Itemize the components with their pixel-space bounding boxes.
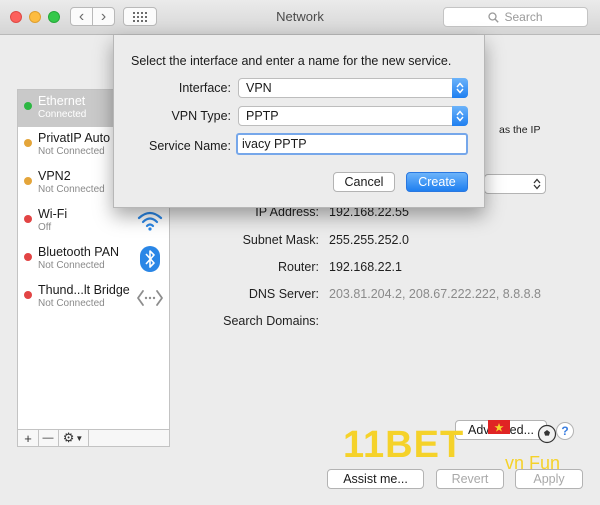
service-status: Not Connected xyxy=(38,184,105,195)
updown-arrows-icon xyxy=(533,178,541,190)
vpn-type-value: PPTP xyxy=(246,109,279,123)
interface-popup[interactable]: VPN xyxy=(238,78,468,98)
gear-icon: ⚙ xyxy=(62,430,75,445)
status-description-fragment: as the IP xyxy=(499,124,541,136)
search-domains-label: Search Domains: xyxy=(223,314,319,328)
status-dot xyxy=(24,139,32,147)
configure-ipv4-popup[interactable] xyxy=(484,174,546,194)
add-service-button[interactable]: + xyxy=(18,430,39,446)
search-field[interactable]: Search xyxy=(443,7,588,27)
service-status: Off xyxy=(38,222,52,233)
help-button[interactable]: ? xyxy=(556,422,574,440)
cancel-button[interactable]: Cancel xyxy=(333,172,395,192)
router-label: Router: xyxy=(278,260,319,274)
updown-arrows-icon xyxy=(452,78,468,98)
router-value: 192.168.22.1 xyxy=(329,260,402,274)
revert-button[interactable]: Revert xyxy=(436,469,504,489)
vpn-type-label: VPN Type: xyxy=(171,109,231,123)
interface-label: Interface: xyxy=(178,81,231,95)
service-name-label: Service Name: xyxy=(149,139,231,153)
updown-arrows-icon xyxy=(452,106,468,126)
search-placeholder: Search xyxy=(504,10,543,24)
plus-icon: + xyxy=(24,430,32,446)
watermark-logo: 11BET xyxy=(343,424,465,466)
vpn-type-popup[interactable]: PPTP xyxy=(238,106,468,126)
dns-server-value: 203.81.204.2, 208.67.222.222, 8.8.8.8 xyxy=(329,287,541,301)
subnet-mask-label: Subnet Mask: xyxy=(242,233,319,247)
service-name: PrivatIP Auto xyxy=(38,131,111,145)
service-status: Connected xyxy=(38,109,87,120)
status-dot xyxy=(24,102,32,110)
service-name-input[interactable] xyxy=(236,133,468,155)
dns-server-label: DNS Server: xyxy=(248,287,319,301)
subnet-mask-value: 255.255.252.0 xyxy=(329,233,409,247)
soccer-ball-icon xyxy=(537,424,557,444)
interface-value: VPN xyxy=(246,81,272,95)
service-actions-menu[interactable]: ⚙ ▼ xyxy=(58,430,89,446)
service-name: Bluetooth PAN xyxy=(38,245,120,259)
chevron-down-icon: ▼ xyxy=(75,433,84,443)
status-dot xyxy=(24,177,32,185)
create-button[interactable]: Create xyxy=(406,172,468,192)
service-name: Ethernet xyxy=(38,94,86,108)
watermark-suffix: vn Fun xyxy=(505,453,561,473)
remove-service-button[interactable]: — xyxy=(38,430,59,446)
sheet-prompt: Select the interface and enter a name fo… xyxy=(131,54,452,68)
service-list-toolbar: + — ⚙ ▼ xyxy=(17,430,170,447)
title-bar: ‹ › Network Search xyxy=(0,0,600,35)
service-status: Not Connected xyxy=(38,146,105,157)
new-service-sheet: Select the interface and enter a name fo… xyxy=(113,35,485,208)
assist-me-button[interactable]: Assist me... xyxy=(327,469,424,489)
flag-icon xyxy=(488,420,510,434)
service-name: VPN2 xyxy=(38,169,71,183)
minus-icon: — xyxy=(42,432,54,444)
search-icon xyxy=(488,11,500,23)
